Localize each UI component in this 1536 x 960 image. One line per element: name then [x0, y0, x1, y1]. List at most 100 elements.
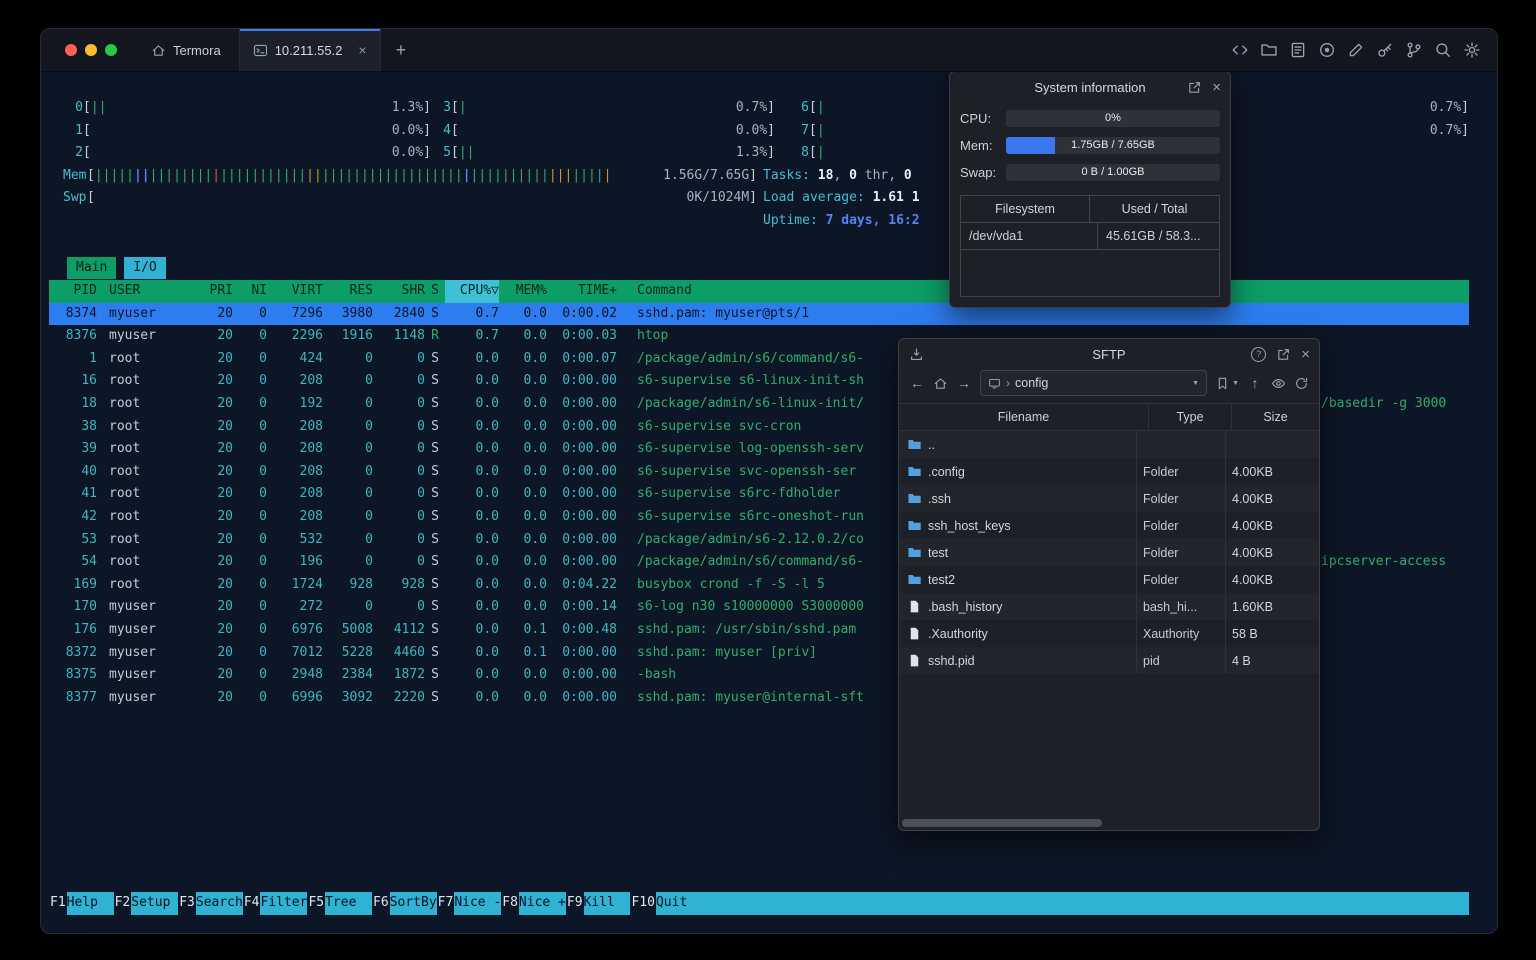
column-header-pid[interactable]: PID [49, 280, 97, 303]
refresh-icon[interactable] [1294, 376, 1309, 391]
process-shr: 4460 [393, 644, 425, 660]
filename-column-header[interactable]: Filename [899, 404, 1149, 430]
path-breadcrumb-field[interactable]: › config ▼ [980, 370, 1208, 396]
path-dropdown-icon[interactable]: ▼ [1192, 380, 1199, 387]
file-row[interactable]: .Xauthority Xauthority 58 B [899, 620, 1319, 647]
file-name-cell: ssh_host_keys [899, 512, 1137, 539]
process-mem: 0.0 [523, 373, 547, 389]
edit-icon[interactable] [1347, 41, 1365, 59]
transfers-icon[interactable] [909, 347, 924, 362]
fkey-filter[interactable]: F4 Filter [243, 892, 307, 915]
column-header-user[interactable]: USER [109, 280, 187, 303]
help-icon[interactable]: ? [1251, 346, 1267, 362]
fkey-help[interactable]: F1 Help [49, 892, 114, 915]
process-mem: 0.0 [523, 689, 547, 705]
fkey-setup[interactable]: F2 Setup [114, 892, 179, 915]
file-row[interactable]: sshd.pid pid 4 B [899, 647, 1319, 674]
file-row[interactable]: .bash_history bash_hi... 1.60KB [899, 593, 1319, 620]
code-icon[interactable] [1231, 41, 1249, 59]
tab-session[interactable]: 10.211.55.2 × [238, 29, 381, 71]
close-panel-icon[interactable]: × [1301, 347, 1310, 362]
process-mem: 0.1 [523, 644, 547, 660]
fkey-sortby[interactable]: F6 SortBy [372, 892, 437, 915]
forward-icon[interactable]: → [956, 375, 972, 391]
size-column-header[interactable]: Size [1232, 404, 1319, 430]
settings-icon[interactable] [1463, 41, 1481, 59]
fkey-number: F4 [243, 895, 260, 911]
process-virt: 2948 [291, 667, 323, 683]
show-hidden-files-icon[interactable] [1271, 376, 1286, 391]
open-in-window-icon[interactable] [1276, 347, 1291, 362]
file-row[interactable]: test Folder 4.00KB [899, 539, 1319, 566]
process-pid: 1 [89, 350, 97, 366]
fkey-tree[interactable]: F5 Tree [307, 892, 373, 915]
fkey-search[interactable]: F3 Search [178, 892, 243, 915]
process-res: 5008 [341, 621, 373, 637]
column-header-cpu[interactable]: CPU%▽ [445, 280, 499, 303]
column-header-virt[interactable]: VIRT [267, 280, 323, 303]
process-ni: 0 [259, 328, 267, 344]
minimize-window-button[interactable] [85, 44, 97, 56]
home-directory-icon[interactable] [933, 376, 948, 391]
process-res: 3980 [341, 305, 373, 321]
filesystem-row[interactable]: /dev/vda1 45.61GB / 58.3... [961, 223, 1219, 250]
process-shr: 4112 [393, 621, 425, 637]
fkey-quit[interactable]: F10 Quit [630, 892, 703, 915]
sftp-title: SFTP [1092, 346, 1126, 362]
column-header-s[interactable]: S [425, 280, 445, 303]
bookmarks-control[interactable]: ▼ [1215, 376, 1239, 391]
column-header-shr[interactable]: SHR [373, 280, 425, 303]
htop-tab-main[interactable]: Main [67, 257, 117, 279]
key-icon[interactable] [1376, 41, 1394, 59]
zoom-window-button[interactable] [105, 44, 117, 56]
horizontal-scrollbar[interactable] [902, 819, 1102, 827]
type-column-header[interactable]: Type [1149, 404, 1232, 430]
tab-home[interactable]: Termora [133, 29, 239, 71]
htop-tab-i-o[interactable]: I/O [124, 257, 166, 279]
mem-bar-segment: | [462, 167, 471, 183]
process-ni: 0 [259, 621, 267, 637]
process-s: S [431, 305, 439, 321]
column-header-pri[interactable]: PRI [187, 280, 233, 303]
file-row[interactable]: test2 Folder 4.00KB [899, 566, 1319, 593]
file-row[interactable]: .. [899, 431, 1319, 458]
record-icon[interactable] [1318, 41, 1336, 59]
desktop: Termora 10.211.55.2 × + 0[|| 1.3%] 1[0.0%]… [0, 0, 1536, 960]
file-size: 4.00KB [1232, 518, 1274, 533]
close-panel-icon[interactable]: × [1212, 80, 1221, 95]
back-icon[interactable]: ← [909, 375, 925, 391]
process-cmd-fragment: ipcserver-access [1321, 554, 1447, 570]
system-information-titlebar: System information × [950, 72, 1230, 102]
mem-bar-segment: |||||||||| [470, 167, 549, 183]
file-row[interactable]: .config Folder 4.00KB [899, 458, 1319, 485]
close-tab-icon[interactable]: × [358, 43, 366, 57]
fkey-nice-[interactable]: F7 Nice - [437, 892, 501, 915]
column-header-mem[interactable]: MEM% [499, 280, 547, 303]
stat-swap: Swap: 0 B / 1.00GB [950, 161, 1230, 183]
column-header-res[interactable]: RES [323, 280, 373, 303]
log-icon[interactable] [1289, 41, 1307, 59]
column-header-time[interactable]: TIME+ [547, 280, 617, 303]
process-res: 0 [365, 508, 373, 524]
process-pid: 8372 [65, 644, 97, 660]
branch-icon[interactable] [1405, 41, 1423, 59]
fkey-kill[interactable]: F9 Kill [566, 892, 631, 915]
process-cpu: 0.0 [475, 531, 499, 547]
file-row[interactable]: .ssh Folder 4.00KB [899, 485, 1319, 512]
file-row[interactable]: ssh_host_keys Folder 4.00KB [899, 512, 1319, 539]
parent-directory-icon[interactable]: ↑ [1247, 375, 1263, 391]
folder-icon[interactable] [1260, 41, 1278, 59]
column-header-ni[interactable]: NI [233, 280, 267, 303]
close-window-button[interactable] [65, 44, 77, 56]
process-shr: 0 [417, 554, 425, 570]
process-row[interactable]: 8374 myuser 20 0 7296 3980 2840 S 0.7 0.0 0:00.02 s… [49, 302, 1469, 326]
stat-segment: thr, [856, 167, 904, 183]
search-icon[interactable] [1434, 41, 1452, 59]
open-in-window-icon[interactable] [1187, 80, 1202, 95]
new-tab-button[interactable]: + [381, 40, 422, 61]
process-virt: 424 [299, 350, 323, 366]
fkey-nice-+[interactable]: F8 Nice + [501, 892, 566, 915]
file-name-cell: .. [899, 431, 1137, 458]
stat-segment: Uptime: [763, 212, 826, 228]
title-bar: Termora 10.211.55.2 × + [41, 29, 1497, 72]
